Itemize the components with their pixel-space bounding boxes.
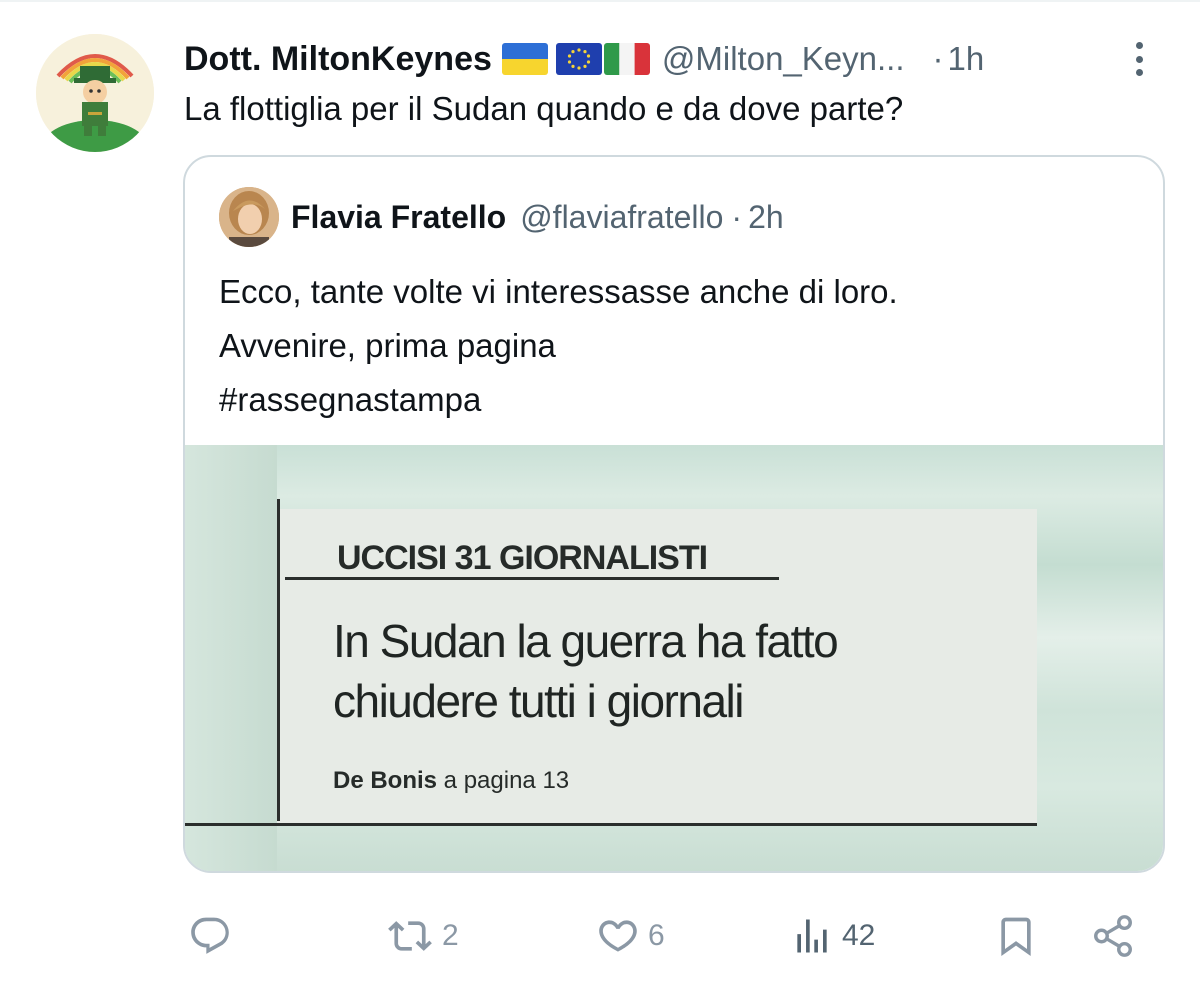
quoted-header-separator: ·	[731, 198, 743, 235]
quoted-tweet-timestamp[interactable]: 2h	[748, 199, 784, 236]
retweet-icon	[388, 921, 432, 951]
bookmark-icon	[1001, 917, 1031, 957]
quoted-author-display-name[interactable]: Flavia Fratello	[291, 199, 506, 236]
reply-button[interactable]	[188, 906, 240, 966]
views-button[interactable]: 42	[790, 906, 875, 966]
author-avatar[interactable]	[36, 34, 154, 152]
tweet-header: Dott. MiltonKeynes @Milton_Keyn... · 1h	[184, 36, 984, 82]
like-count: 6	[648, 919, 665, 952]
quoted-author-handle[interactable]: @flaviafratello	[520, 199, 723, 236]
italy-flag-icon	[603, 43, 650, 75]
more-dot	[1135, 55, 1143, 63]
hashtag-link[interactable]: #rassegnastampa	[219, 373, 898, 427]
more-dot	[1135, 69, 1143, 76]
retweet-button[interactable]: 2	[386, 906, 459, 966]
kicker-rule	[285, 577, 779, 580]
leprechaun-avatar-image	[36, 34, 154, 152]
more-options-icon[interactable]	[1124, 38, 1154, 80]
views-chart-icon	[797, 919, 827, 953]
like-button[interactable]: 6	[596, 906, 665, 966]
headline-line: chiudere tutti i giornali	[333, 675, 744, 727]
tweet-timestamp[interactable]: 1h	[948, 40, 985, 78]
portrait-avatar-image	[219, 187, 279, 247]
views-count: 42	[842, 919, 876, 952]
quoted-author-avatar[interactable]	[219, 187, 279, 247]
share-icon	[1094, 915, 1132, 957]
eu-flag-icon	[555, 43, 602, 75]
share-button[interactable]	[1090, 906, 1136, 966]
quoted-tweet[interactable]: Flavia Fratello @flaviafratello · 2h Ecc…	[183, 155, 1165, 873]
byline-page: a pagina 13	[437, 767, 570, 794]
tweet-actions: 2 6 42	[0, 906, 1200, 966]
reply-icon	[191, 917, 229, 954]
header-separator: ·	[932, 40, 944, 77]
author-display-name[interactable]: Dott. MiltonKeynes	[184, 40, 492, 79]
tweet[interactable]: Dott. MiltonKeynes @Milton_Keyn... · 1h …	[0, 0, 1200, 992]
bottom-rule	[185, 823, 1037, 826]
retweet-count: 2	[442, 919, 459, 952]
quoted-text-line: Avvenire, prima pagina	[219, 327, 556, 364]
quoted-tweet-header: Flavia Fratello @flaviafratello · 2h	[291, 195, 784, 239]
heart-icon	[599, 920, 637, 952]
media-shadow	[185, 445, 277, 871]
newspaper-byline: De Bonis a pagina 13	[333, 767, 569, 795]
column-rule	[277, 499, 280, 821]
flag-pair	[555, 43, 650, 75]
name-flags	[501, 43, 650, 75]
bookmark-button[interactable]	[994, 906, 1038, 966]
tweet-text: La flottiglia per il Sudan quando e da d…	[184, 90, 904, 127]
more-dot	[1135, 42, 1143, 49]
author-handle[interactable]: @Milton_Keyn...	[662, 40, 905, 78]
newspaper-headline: In Sudan la guerra ha fatto chiudere tut…	[333, 611, 839, 731]
newspaper-kicker: UCCISI 31 GIORNALISTI	[337, 539, 708, 577]
ukraine-flag-icon	[501, 43, 548, 75]
quoted-tweet-text: Ecco, tante volte vi interessasse anche …	[219, 265, 898, 427]
quoted-media-image[interactable]: UCCISI 31 GIORNALISTI In Sudan la guerra…	[185, 445, 1163, 871]
headline-line: In Sudan la guerra ha fatto	[333, 615, 839, 667]
quoted-text-line: Ecco, tante volte vi interessasse anche …	[219, 273, 898, 310]
byline-author: De Bonis	[333, 767, 438, 794]
